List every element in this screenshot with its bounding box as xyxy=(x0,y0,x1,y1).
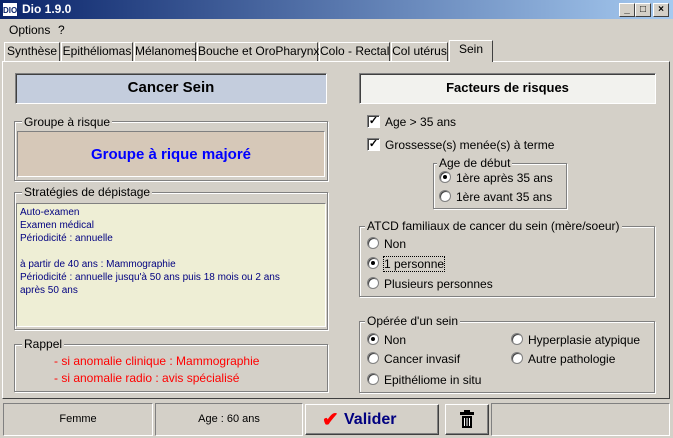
status-sexe: Femme xyxy=(3,403,153,436)
check-icon: ✔ xyxy=(322,409,339,431)
atcd-label-plusieurs[interactable]: Plusieurs personnes xyxy=(384,277,493,291)
operee-label-hyperplasie[interactable]: Hyperplasie atypique xyxy=(528,333,640,347)
title-bar: DIO Dio 1.9.0 _ □ × xyxy=(0,0,673,19)
groupe-risque-legend: Groupe à risque xyxy=(22,115,113,129)
operee-label-epitheliome[interactable]: Epithéliome in situ xyxy=(384,373,481,387)
atcd-radio-non[interactable] xyxy=(367,237,379,249)
status-age: Age : 60 ans xyxy=(155,403,303,436)
atcd-radio-une-personne[interactable] xyxy=(367,257,379,269)
status-empty xyxy=(491,403,670,436)
facteurs-risques-header: Facteurs de risques xyxy=(359,73,656,104)
groupe-risque-value: Groupe à rique majoré xyxy=(17,131,325,177)
age-debut-label-avant[interactable]: 1ère avant 35 ans xyxy=(456,190,552,204)
strategies-text: Auto-examen Examen médical Périodicité :… xyxy=(16,203,326,327)
age-debut-legend: Age de début xyxy=(437,156,513,170)
maximize-button[interactable]: □ xyxy=(635,3,651,17)
strategy-line xyxy=(20,245,322,258)
rappel-line: - si anomalie radio : avis spécialisé xyxy=(54,371,240,385)
operee-radio-epitheliome[interactable] xyxy=(367,373,379,385)
trash-icon xyxy=(460,410,474,428)
menu-options[interactable]: Options xyxy=(9,22,50,38)
operee-label-cancer-invasif[interactable]: Cancer invasif xyxy=(384,352,460,366)
operee-radio-hyperplasie[interactable] xyxy=(511,333,523,345)
strategy-line: Auto-examen xyxy=(20,207,80,218)
valider-label: Valider xyxy=(344,411,397,428)
operee-label-non[interactable]: Non xyxy=(384,333,406,347)
close-button[interactable]: × xyxy=(653,3,669,17)
tab-epitheliomas[interactable]: Epithéliomas xyxy=(61,42,133,61)
strategy-line: à partir de 40 ans : Mammographie xyxy=(20,259,176,270)
age-debut-label-apres[interactable]: 1ère après 35 ans xyxy=(456,171,553,185)
operee-radio-non[interactable] xyxy=(367,333,379,345)
strategies-legend: Stratégies de dépistage xyxy=(22,185,153,199)
operee-radio-autre[interactable] xyxy=(511,352,523,364)
strategy-line: après 50 ans xyxy=(20,285,78,296)
age-35-checkbox[interactable]: ✓ xyxy=(367,115,380,128)
age-debut-radio-apres[interactable] xyxy=(439,171,451,183)
tab-bouche-oropharynx[interactable]: Bouche et OroPharynx xyxy=(197,42,319,61)
app-icon: DIO xyxy=(2,2,18,17)
tab-colo-rectal[interactable]: Colo - Rectal xyxy=(319,42,390,61)
cancer-sein-header: Cancer Sein xyxy=(15,73,327,104)
minimize-button[interactable]: _ xyxy=(619,3,635,17)
atcd-label-non[interactable]: Non xyxy=(384,237,406,251)
tab-synthese[interactable]: Synthèse xyxy=(4,42,60,61)
atcd-legend: ATCD familiaux de cancer du sein (mère/s… xyxy=(365,219,622,233)
age-debut-radio-avant[interactable] xyxy=(439,190,451,202)
delete-button[interactable] xyxy=(445,404,489,435)
tab-melanomes[interactable]: Mélanomes xyxy=(134,42,197,61)
atcd-radio-plusieurs[interactable] xyxy=(367,277,379,289)
strategy-line: Examen médical xyxy=(20,220,94,231)
window-title: Dio 1.9.0 xyxy=(22,2,72,16)
rappel-legend: Rappel xyxy=(22,337,65,351)
operee-label-autre[interactable]: Autre pathologie xyxy=(528,352,615,366)
atcd-label-une-personne[interactable]: 1 personne xyxy=(382,256,446,272)
operee-legend: Opérée d'un sein xyxy=(365,314,461,328)
rappel-line: - si anomalie clinique : Mammographie xyxy=(54,354,260,368)
strategy-line: Périodicité : annuelle jusqu'à 50 ans pu… xyxy=(20,272,280,283)
valider-button[interactable]: ✔ Valider xyxy=(305,404,439,435)
strategy-line: Périodicité : annuelle xyxy=(20,233,113,244)
tab-sein[interactable]: Sein xyxy=(449,40,493,62)
menu-help[interactable]: ? xyxy=(58,22,65,38)
grossesse-label[interactable]: Grossesse(s) menée(s) à terme xyxy=(385,138,554,152)
tab-col-uterus[interactable]: Col utérus xyxy=(391,42,448,61)
operee-radio-cancer-invasif[interactable] xyxy=(367,352,379,364)
grossesse-checkbox[interactable]: ✓ xyxy=(367,138,380,151)
age-35-label[interactable]: Age > 35 ans xyxy=(385,115,456,129)
